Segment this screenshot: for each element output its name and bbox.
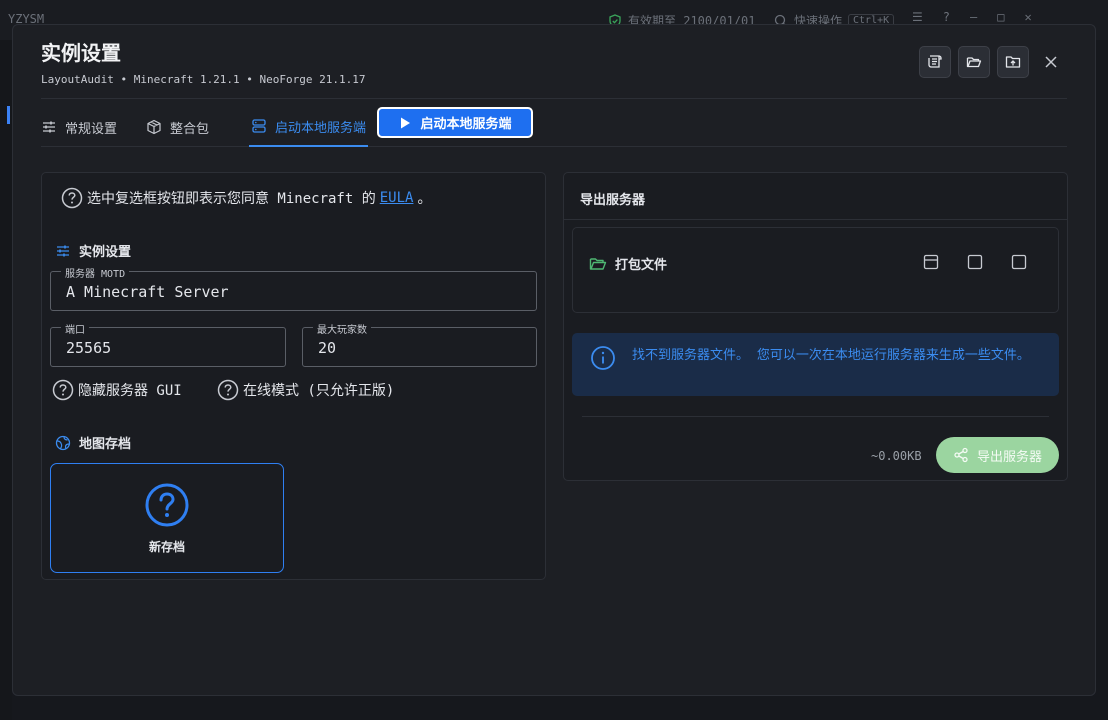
package-icon [147, 119, 161, 135]
window-close-icon[interactable]: ✕ [1024, 10, 1031, 24]
instance-settings-dialog: 实例设置 LayoutAudit • Minecraft 1.21.1 • Ne… [12, 24, 1096, 696]
open-folder-button[interactable] [958, 46, 990, 78]
minimize-icon[interactable]: – [970, 10, 977, 24]
online-mode-checkbox[interactable]: 在线模式 (只允许正版) [217, 379, 394, 401]
motd-value: A Minecraft Server [66, 283, 229, 301]
motd-field[interactable]: 服务器 MOTD A Minecraft Server [50, 265, 537, 311]
question-circle-icon [52, 379, 74, 401]
sliders-icon [57, 245, 69, 256]
tab-local-server[interactable]: 启动本地服务端 [249, 107, 368, 147]
checkbox-icon[interactable] [1011, 254, 1027, 270]
export-button-label: 导出服务器 [976, 449, 1042, 465]
tab-modpack-label: 整合包 [170, 121, 210, 137]
max-players-field[interactable]: 最大玩家数 20 [302, 321, 537, 367]
pack-options [923, 254, 1027, 270]
world-section-heading: 地图存档 [55, 433, 131, 452]
server-icon [252, 119, 266, 133]
dialog-close-button[interactable] [1041, 52, 1061, 72]
new-world-label: 新存档 [148, 539, 185, 554]
header-actions [919, 46, 1029, 78]
share-icon [954, 447, 968, 463]
instance-section-heading: 实例设置 [55, 241, 131, 260]
sidebar-active-marker [7, 106, 10, 124]
pack-files-label: 打包文件 [615, 258, 668, 273]
sliders-icon [43, 121, 55, 133]
folder-upload-icon [1005, 56, 1021, 68]
maximize-icon[interactable]: □ [997, 10, 1004, 24]
port-field[interactable]: 端口 25565 [50, 321, 286, 367]
globe-icon [55, 435, 71, 450]
help-icon[interactable]: ? [943, 10, 950, 24]
world-section-label: 地图存档 [79, 437, 132, 452]
scroll-icon [928, 55, 942, 68]
launch-local-server-button[interactable]: 启动本地服务端 [377, 107, 533, 138]
play-icon [401, 117, 411, 128]
export-folder-button[interactable] [997, 46, 1029, 78]
tab-modpack[interactable]: 整合包 [146, 107, 216, 147]
server-settings-panel: 选中复选框按钮即表示您同意 Minecraft 的 EULA。 实例设置 服务器… [41, 172, 546, 580]
tab-local-server-label: 启动本地服务端 [275, 120, 367, 136]
dialog-title: 实例设置 [41, 41, 121, 65]
eula-link[interactable]: EULA [380, 190, 414, 206]
export-divider [582, 416, 1049, 417]
motd-label: 服务器 MOTD [61, 265, 130, 280]
eula-checkbox[interactable]: 选中复选框按钮即表示您同意 Minecraft 的 EULA。 [61, 187, 431, 209]
log-button[interactable] [919, 46, 951, 78]
question-circle-icon [145, 483, 189, 526]
export-server-panel: 导出服务器 打包文件 找不到服务器文件。 您可以一次在本地运行服务器来生成一些文… [563, 172, 1068, 481]
info-alert: 找不到服务器文件。 您可以一次在本地运行服务器来生成一些文件。 [572, 333, 1059, 396]
tab-general[interactable]: 常规设置 [41, 107, 123, 147]
tab-general-label: 常规设置 [65, 121, 118, 137]
export-panel-title: 导出服务器 [580, 193, 646, 208]
checkbox-icon[interactable] [967, 254, 983, 270]
info-icon [591, 346, 615, 370]
hide-gui-label: 隐藏服务器 GUI [78, 383, 182, 399]
eula-end: 。 [417, 191, 432, 207]
new-world-card[interactable]: 新存档 [50, 463, 284, 573]
export-server-button[interactable]: 导出服务器 [936, 437, 1059, 473]
app-sidebar [0, 40, 12, 720]
window-controls: ☰ ? – □ ✕ [912, 10, 1032, 24]
port-value: 25565 [66, 339, 112, 357]
question-circle-icon [217, 379, 239, 401]
dialog-subtitle: LayoutAudit • Minecraft 1.21.1 • NeoForg… [41, 73, 366, 86]
instance-section-label: 实例设置 [79, 245, 132, 260]
question-circle-icon [61, 187, 83, 209]
close-icon [1045, 56, 1057, 68]
export-panel-header: 导出服务器 [564, 173, 1067, 220]
eula-text: 选中复选框按钮即表示您同意 Minecraft 的 [87, 191, 376, 207]
window-icon[interactable] [923, 254, 939, 270]
header-divider [41, 98, 1067, 99]
launch-button-label: 启动本地服务端 [420, 117, 512, 132]
pack-files-heading: 打包文件 [589, 254, 667, 273]
folder-open-icon [589, 257, 607, 270]
port-label: 端口 [61, 321, 89, 336]
max-players-label: 最大玩家数 [313, 321, 371, 336]
online-mode-label: 在线模式 (只允许正版) [243, 383, 395, 399]
info-message: 找不到服务器文件。 您可以一次在本地运行服务器来生成一些文件。 [632, 348, 1030, 363]
list-icon[interactable]: ☰ [912, 10, 923, 24]
export-size: ~0.00KB [871, 449, 922, 463]
pack-files-card: 打包文件 [572, 227, 1059, 313]
hide-gui-checkbox[interactable]: 隐藏服务器 GUI [52, 379, 182, 401]
settings-tabs: 常规设置 整合包 启动本地服务端 启动本地服务端 [41, 107, 1067, 147]
max-players-value: 20 [318, 339, 337, 357]
folder-open-icon [966, 57, 982, 68]
